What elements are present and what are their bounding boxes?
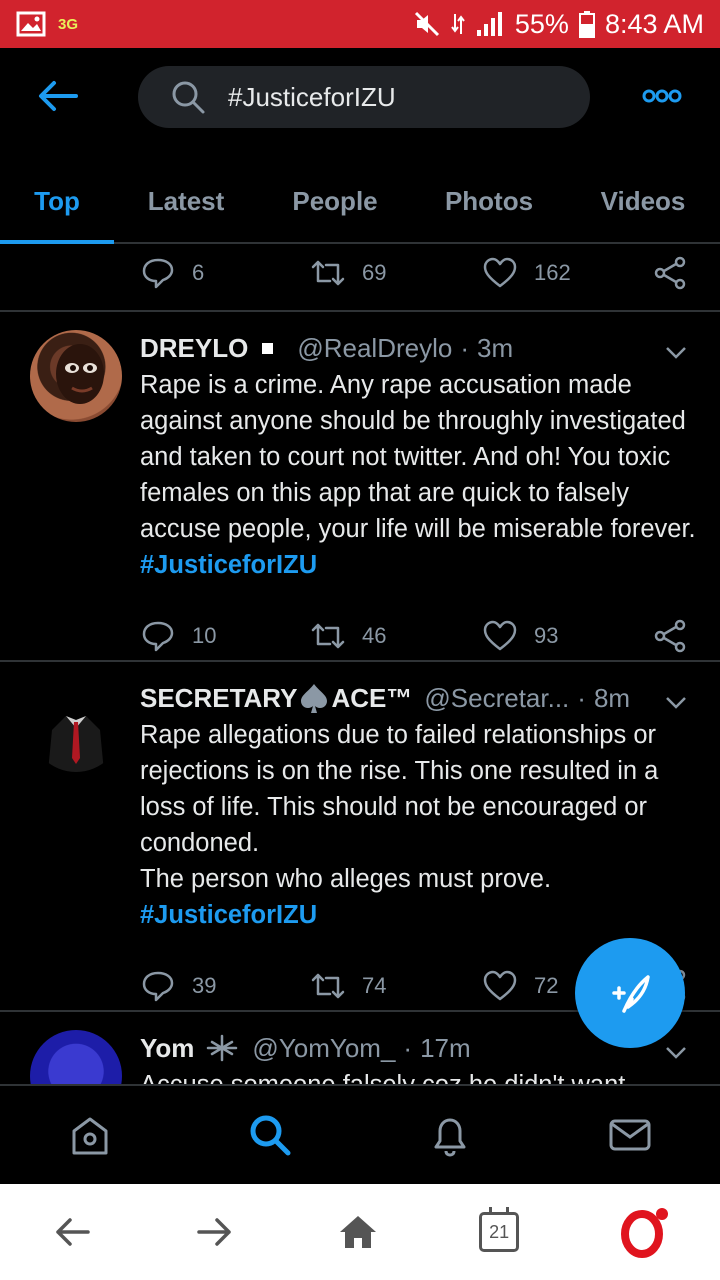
retweet-button[interactable]: 69 xyxy=(310,255,482,291)
retweet-count: 69 xyxy=(362,260,387,285)
display-name-part[interactable]: ACE™ xyxy=(331,683,412,714)
compose-feather-icon xyxy=(612,975,650,1013)
separator-dot: · xyxy=(577,682,586,713)
search-tabs: Top Latest People Photos Videos xyxy=(0,160,720,244)
share-icon xyxy=(654,619,686,653)
tweet-text: Accuse someone falsely coz he didn't wan… xyxy=(140,1067,700,1084)
tab-people[interactable]: People xyxy=(258,160,412,242)
retweet-count: 74 xyxy=(362,973,387,998)
messages-envelope-icon[interactable] xyxy=(606,1111,654,1159)
display-name[interactable]: DREYLO xyxy=(140,333,248,364)
retweet-count: 46 xyxy=(362,623,387,648)
like-count: 162 xyxy=(534,260,571,285)
reply-button[interactable]: 6 xyxy=(140,255,310,291)
hashtag-link[interactable]: #JusticeforIZU xyxy=(140,551,317,579)
clock: 8:43 AM xyxy=(604,8,704,39)
separator-dot: · xyxy=(403,1032,413,1063)
battery-percent: 55% xyxy=(514,8,569,39)
avatar-image xyxy=(56,344,104,404)
home-icon[interactable] xyxy=(66,1111,114,1159)
avatar-image xyxy=(48,716,104,772)
like-button[interactable]: 162 xyxy=(482,255,652,291)
display-name-part[interactable]: SECRETARY xyxy=(140,683,297,714)
tab-top[interactable]: Top xyxy=(0,160,114,244)
reply-icon xyxy=(142,258,174,289)
tweet-body: The person who alleges must prove. xyxy=(140,865,552,893)
browser-tabs-button[interactable]: 21 xyxy=(479,1207,520,1252)
spade-icon xyxy=(301,684,328,713)
tweet-body: Rape allegations due to failed relations… xyxy=(140,721,659,857)
reply-icon xyxy=(142,971,174,1002)
avatar[interactable] xyxy=(30,1030,122,1084)
heart-icon xyxy=(483,970,517,1001)
like-count: 72 xyxy=(534,973,559,998)
mute-icon xyxy=(414,11,439,37)
notifications-bell-icon[interactable] xyxy=(426,1111,474,1159)
search-header: #JusticeforIZU xyxy=(0,48,720,148)
reply-count: 10 xyxy=(192,623,217,648)
compose-tweet-button[interactable] xyxy=(575,938,685,1048)
hashtag-link[interactable]: #JusticeforIZU xyxy=(140,897,700,933)
display-name[interactable]: Yom xyxy=(140,1033,194,1064)
badge-square-icon xyxy=(262,342,274,354)
reply-icon xyxy=(142,621,174,652)
user-handle[interactable]: @YomYom_ xyxy=(252,1033,395,1064)
reply-button[interactable]: 10 xyxy=(140,618,310,654)
more-options-icon[interactable] xyxy=(642,84,682,108)
tweet-actions: 6 69 162 xyxy=(140,244,720,302)
image-icon xyxy=(16,11,46,37)
retweet-button[interactable]: 74 xyxy=(310,968,482,1004)
tweet-dreylo[interactable]: DREYLO @RealDreylo · 3m Rape is a crime.… xyxy=(0,312,720,660)
bottom-navigation xyxy=(0,1084,720,1184)
chevron-down-icon[interactable] xyxy=(664,1044,688,1060)
tweet-time: 17m xyxy=(420,1032,471,1063)
search-field[interactable]: #JusticeforIZU xyxy=(138,66,590,128)
heart-icon xyxy=(483,257,517,288)
tweet-text: Rape allegations due to failed relations… xyxy=(140,717,700,933)
browser-home-icon[interactable] xyxy=(336,1210,380,1254)
tweet-text: Rape is a crime. Any rape accusation mad… xyxy=(140,367,700,583)
retweet-icon xyxy=(311,973,345,999)
browser-toolbar: 21 xyxy=(0,1184,720,1280)
tab-photos[interactable]: Photos xyxy=(412,160,566,242)
tweet-actions: 10 46 93 xyxy=(140,607,700,665)
retweet-icon xyxy=(311,260,345,286)
reply-count: 39 xyxy=(192,973,217,998)
share-icon xyxy=(654,256,686,290)
reply-button[interactable]: 39 xyxy=(140,968,310,1004)
share-button[interactable] xyxy=(652,618,688,654)
battery-icon xyxy=(578,11,595,38)
explore-search-icon[interactable] xyxy=(246,1111,294,1159)
network-type: 3G xyxy=(58,15,79,33)
chevron-down-icon[interactable] xyxy=(664,344,688,360)
opera-menu-icon[interactable] xyxy=(618,1206,670,1258)
reply-count: 6 xyxy=(192,260,205,285)
retweet-icon xyxy=(311,623,345,649)
like-count: 93 xyxy=(534,623,559,648)
mosquito-icon xyxy=(207,1034,238,1062)
browser-forward-icon[interactable] xyxy=(193,1210,237,1254)
data-transfer-icon xyxy=(451,14,465,34)
search-query[interactable]: #JusticeforIZU xyxy=(228,82,396,113)
back-arrow-icon[interactable] xyxy=(36,78,80,114)
user-handle[interactable]: @Secretar... xyxy=(424,683,569,714)
retweet-button[interactable]: 46 xyxy=(310,618,482,654)
user-handle[interactable]: @RealDreylo xyxy=(297,333,452,364)
share-button[interactable] xyxy=(652,255,688,291)
like-button[interactable]: 93 xyxy=(482,618,652,654)
tweet-body: Rape is a crime. Any rape accusation mad… xyxy=(140,371,696,543)
status-bar: 3G 55% 8:43 AM xyxy=(0,0,720,48)
tab-videos[interactable]: Videos xyxy=(566,160,720,242)
avatar[interactable] xyxy=(30,680,122,772)
tab-latest[interactable]: Latest xyxy=(114,160,258,242)
heart-icon xyxy=(483,620,517,651)
chevron-down-icon[interactable] xyxy=(664,694,688,710)
separator-dot: · xyxy=(460,332,470,363)
tweet-time: 3m xyxy=(477,332,514,363)
tweet-time: 8m xyxy=(593,682,631,713)
signal-icon xyxy=(476,12,502,36)
search-icon xyxy=(172,81,205,114)
browser-back-icon[interactable] xyxy=(50,1210,94,1254)
avatar[interactable] xyxy=(30,330,122,422)
